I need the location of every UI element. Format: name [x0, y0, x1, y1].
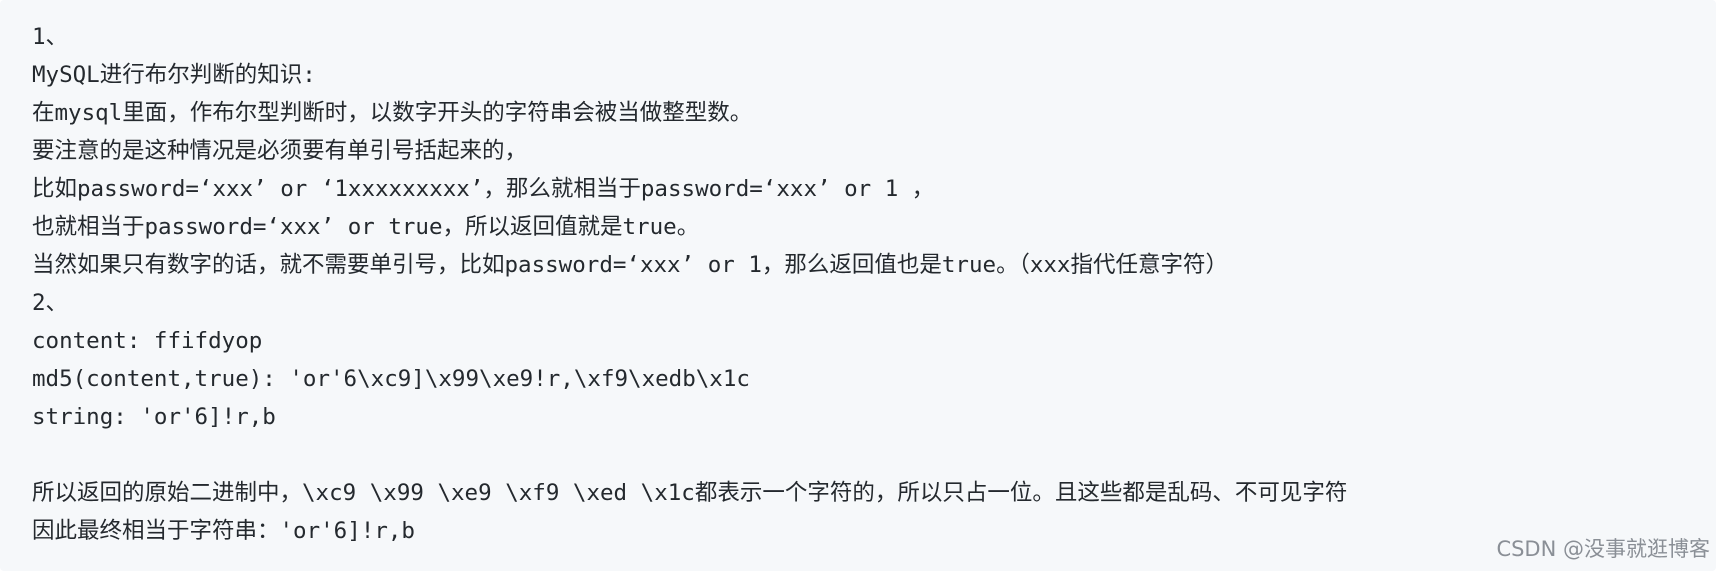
code-block: 1、 MySQL进行布尔判断的知识: 在mysql里面，作布尔型判断时，以数字开… — [0, 0, 1716, 571]
text-line-5: 比如password=‘xxx’ or ‘1xxxxxxxxx’，那么就相当于p… — [32, 176, 935, 202]
text-line-6: 也就相当于password=‘xxx’ or true，所以返回值就是true。 — [32, 214, 700, 240]
text-line-2: MySQL进行布尔判断的知识: — [32, 62, 316, 88]
text-line-1: 1、 — [32, 24, 69, 50]
text-line-8: 2、 — [32, 290, 69, 316]
text-line-10: md5(content,true): 'or'6\xc9]\x99\xe9!r,… — [32, 366, 750, 392]
text-line-14: 因此最终相当于字符串：'or'6]!r,b — [32, 518, 415, 544]
text-line-7: 当然如果只有数字的话，就不需要单引号，比如password=‘xxx’ or 1… — [32, 252, 1228, 278]
text-line-9: content: ffifdyop — [32, 328, 263, 354]
text-line-13: 所以返回的原始二进制中，\xc9 \x99 \xe9 \xf9 \xed \x1… — [32, 480, 1348, 506]
text-line-3: 在mysql里面，作布尔型判断时，以数字开头的字符串会被当做整型数。 — [32, 100, 753, 126]
watermark: CSDN @没事就逛博客 — [1496, 537, 1710, 561]
text-line-11: string: 'or'6]!r,b — [32, 404, 276, 430]
text-line-4: 要注意的是这种情况是必须要有单引号括起来的， — [32, 138, 528, 164]
